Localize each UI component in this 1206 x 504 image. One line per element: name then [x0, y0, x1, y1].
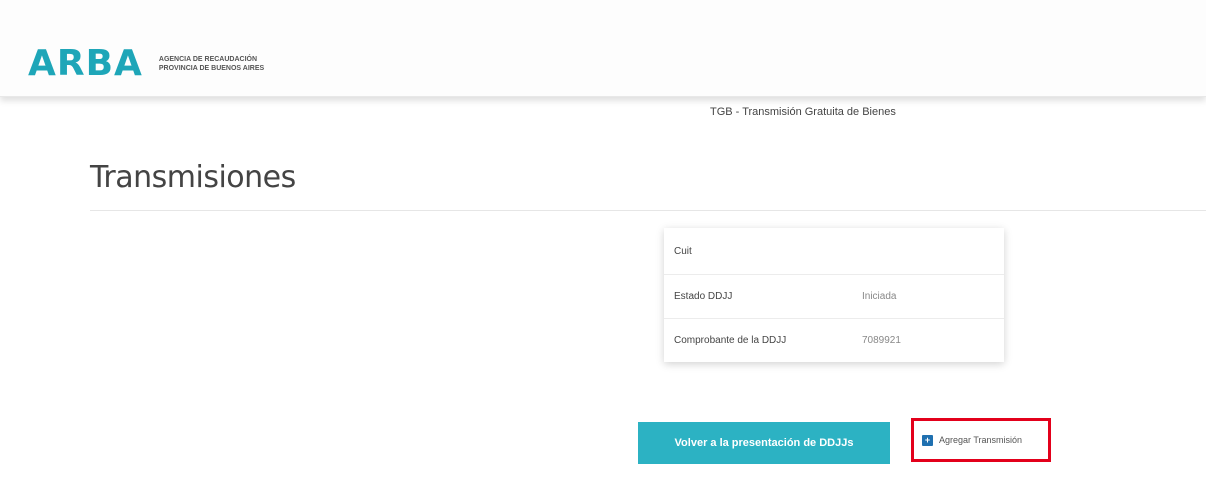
arba-logo[interactable]: ARBA AGENCIA DE RECAUDACIÓN PROVINCIA DE… — [28, 46, 264, 82]
info-row-comprobante: Comprobante de la DDJJ 7089921 — [664, 318, 1004, 362]
add-transmission-button[interactable]: + Agregar Transmisión — [911, 418, 1051, 462]
page-title: Transmisiones — [90, 160, 296, 195]
agency-line-2: PROVINCIA DE BUENOS AIRES — [158, 65, 265, 72]
info-value: Iniciada — [862, 291, 897, 302]
info-value: 7089921 — [862, 335, 901, 346]
agency-name: AGENCIA DE RECAUDACIÓN PROVINCIA DE BUEN… — [159, 55, 264, 73]
info-row-estado: Estado DDJJ Iniciada — [664, 274, 1004, 318]
logo-word: ARBA — [28, 43, 143, 84]
plus-square-icon: + — [922, 434, 933, 446]
agency-line-1: AGENCIA DE RECAUDACIÓN — [158, 56, 258, 63]
add-transmission-label: Agregar Transmisión — [939, 435, 1023, 445]
info-label: Estado DDJJ — [674, 291, 733, 302]
page-subtitle: TGB - Transmisión Gratuita de Bienes — [710, 106, 896, 118]
info-row-cuit: Cuit — [664, 228, 1004, 274]
info-label: Cuit — [674, 245, 692, 257]
info-label: Comprobante de la DDJJ — [674, 335, 787, 346]
site-header: ARBA AGENCIA DE RECAUDACIÓN PROVINCIA DE… — [0, 0, 1206, 97]
ddjj-info-card: Cuit Estado DDJJ Iniciada Comprobante de… — [664, 228, 1004, 362]
title-divider — [90, 210, 1206, 211]
back-to-ddjj-button[interactable]: Volver a la presentación de DDJJs — [638, 422, 890, 464]
